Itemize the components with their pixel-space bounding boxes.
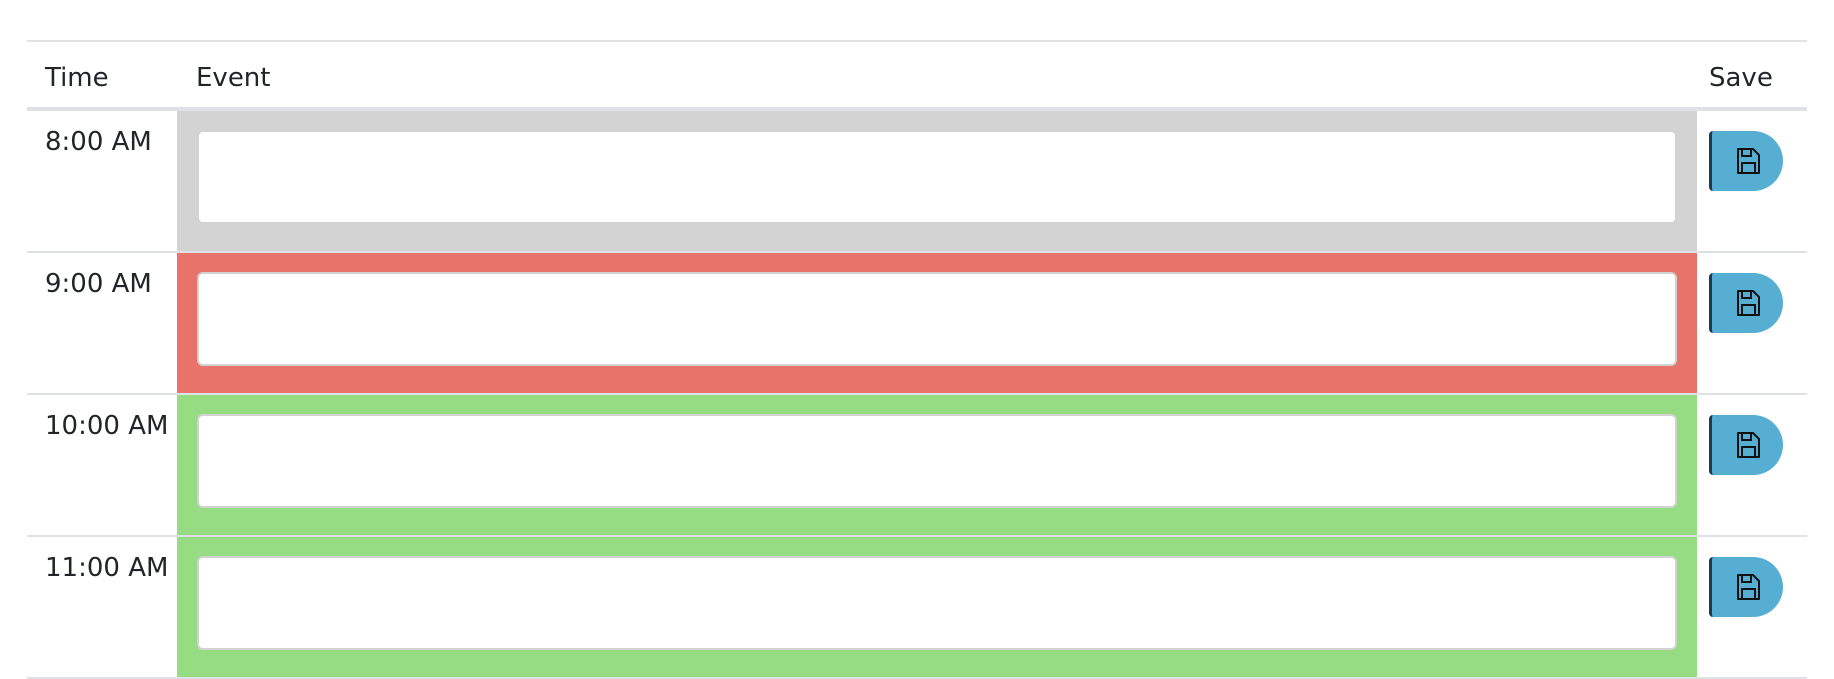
hour-row: 10:00 AM: [27, 395, 1807, 537]
header-time: Time: [45, 63, 109, 93]
hour-row: 9:00 AM: [27, 253, 1807, 395]
event-input[interactable]: [197, 556, 1677, 650]
event-cell-present: [177, 253, 1697, 393]
save-button[interactable]: [1709, 557, 1783, 617]
save-button[interactable]: [1709, 415, 1783, 475]
event-cell-past: [177, 111, 1697, 251]
save-button[interactable]: [1709, 131, 1783, 191]
header-save: Save: [1709, 63, 1773, 93]
hour-label: 9:00 AM: [45, 269, 152, 299]
event-input[interactable]: [197, 414, 1677, 508]
floppy-disk-icon: [1736, 432, 1760, 458]
event-input[interactable]: [197, 130, 1677, 224]
event-input[interactable]: [197, 272, 1677, 366]
hour-label: 11:00 AM: [45, 553, 169, 583]
hour-row: 11:00 AM: [27, 537, 1807, 679]
hour-label: 8:00 AM: [45, 127, 152, 157]
hour-row: 8:00 AM: [27, 111, 1807, 253]
scheduler-table: Time Event Save 8:00 AM 9:00 AM 10:00 AM…: [27, 40, 1807, 679]
event-cell-future: [177, 537, 1697, 677]
hour-label: 10:00 AM: [45, 411, 169, 441]
save-button[interactable]: [1709, 273, 1783, 333]
event-cell-future: [177, 395, 1697, 535]
header-event: Event: [196, 63, 271, 93]
table-header: Time Event Save: [27, 42, 1807, 111]
floppy-disk-icon: [1736, 290, 1760, 316]
floppy-disk-icon: [1736, 148, 1760, 174]
floppy-disk-icon: [1736, 574, 1760, 600]
